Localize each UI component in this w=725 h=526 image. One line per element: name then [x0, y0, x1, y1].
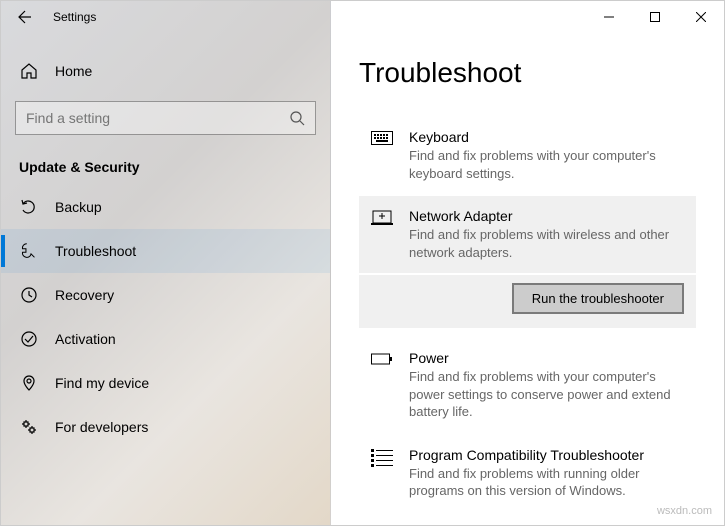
sidebar-home-label: Home — [55, 63, 92, 79]
troubleshooter-desc: Find and fix problems with wireless and … — [409, 226, 686, 261]
troubleshooter-list: Keyboard Find and fix problems with your… — [359, 117, 696, 514]
sidebar-item-find-my-device[interactable]: Find my device — [1, 361, 330, 405]
close-icon — [696, 12, 706, 22]
sidebar-section-header: Update & Security — [1, 151, 330, 185]
home-icon — [19, 62, 39, 80]
maximize-icon — [650, 12, 660, 22]
developers-icon — [19, 418, 39, 436]
main-panel: Troubleshoot Keyboard Find and fix probl… — [331, 1, 724, 525]
minimize-button[interactable] — [586, 1, 632, 33]
sidebar-item-label: Activation — [55, 331, 116, 347]
search-box[interactable] — [15, 101, 316, 135]
watermark: wsxdn.com — [657, 505, 712, 517]
window-controls — [586, 1, 724, 33]
sidebar-item-backup[interactable]: Backup — [1, 185, 330, 229]
maximize-button[interactable] — [632, 1, 678, 33]
sidebar-item-label: For developers — [55, 419, 148, 435]
troubleshooter-name: Program Compatibility Troubleshooter — [409, 447, 686, 463]
troubleshooter-name: Power — [409, 350, 686, 366]
network-adapter-icon — [369, 208, 395, 261]
backup-icon — [19, 198, 39, 216]
arrow-left-icon — [17, 9, 33, 25]
keyboard-icon — [369, 129, 395, 182]
page-title: Troubleshoot — [359, 57, 696, 89]
sidebar-item-label: Recovery — [55, 287, 114, 303]
sidebar-item-label: Troubleshoot — [55, 243, 136, 259]
troubleshooter-power[interactable]: Power Find and fix problems with your co… — [359, 338, 696, 433]
sidebar-home[interactable]: Home — [1, 49, 330, 93]
troubleshooter-network-adapter[interactable]: Network Adapter Find and fix problems wi… — [359, 196, 696, 273]
sidebar: Home Update & Security Backup Troublesho… — [1, 1, 331, 525]
minimize-icon — [604, 12, 614, 22]
run-troubleshooter-row: Run the troubleshooter — [359, 275, 696, 328]
sidebar-item-developers[interactable]: For developers — [1, 405, 330, 449]
sidebar-item-label: Backup — [55, 199, 102, 215]
sidebar-item-troubleshoot[interactable]: Troubleshoot — [1, 229, 330, 273]
run-troubleshooter-button[interactable]: Run the troubleshooter — [512, 283, 684, 314]
power-icon — [369, 350, 395, 421]
titlebar: Settings — [1, 1, 724, 33]
troubleshooter-desc: Find and fix problems with running older… — [409, 465, 686, 500]
sidebar-item-label: Find my device — [55, 375, 149, 391]
troubleshoot-icon — [19, 242, 39, 260]
troubleshooter-name: Keyboard — [409, 129, 686, 145]
troubleshooter-keyboard[interactable]: Keyboard Find and fix problems with your… — [359, 117, 696, 194]
settings-window: Settings Home Update & Sec — [0, 0, 725, 526]
search-input[interactable] — [26, 110, 289, 126]
window-title: Settings — [49, 10, 96, 24]
recovery-icon — [19, 286, 39, 304]
back-button[interactable] — [1, 1, 49, 33]
find-device-icon — [19, 374, 39, 392]
sidebar-item-recovery[interactable]: Recovery — [1, 273, 330, 317]
search-icon — [289, 110, 305, 126]
activation-icon — [19, 330, 39, 348]
troubleshooter-name: Network Adapter — [409, 208, 686, 224]
program-compat-icon — [369, 447, 395, 500]
troubleshooter-desc: Find and fix problems with your computer… — [409, 368, 686, 421]
sidebar-item-activation[interactable]: Activation — [1, 317, 330, 361]
troubleshooter-program-compat[interactable]: Program Compatibility Troubleshooter Fin… — [359, 435, 696, 512]
close-button[interactable] — [678, 1, 724, 33]
troubleshooter-desc: Find and fix problems with your computer… — [409, 147, 686, 182]
